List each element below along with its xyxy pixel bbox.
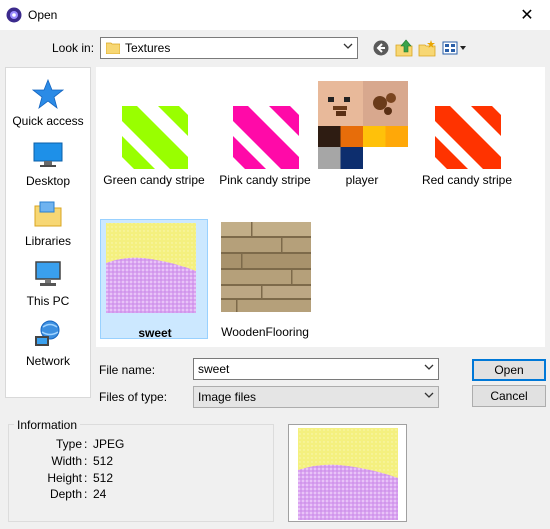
- desktop-icon: [33, 142, 63, 167]
- image-preview: [288, 424, 407, 522]
- file-type-value: Image files: [198, 390, 257, 404]
- sweet-thumbnail: [106, 223, 196, 313]
- file-name-label: sweet: [138, 326, 172, 340]
- green-stripe-thumbnail: [122, 106, 188, 169]
- network-icon: [35, 320, 60, 346]
- place-desktop[interactable]: Desktop: [6, 134, 90, 194]
- computer-icon: [35, 261, 61, 286]
- view-menu-icon[interactable]: [442, 39, 468, 57]
- places-bar: Quick access Desktop Libraries This PC N…: [5, 67, 91, 398]
- cancel-button[interactable]: Cancel: [472, 385, 546, 407]
- look-in-value: Textures: [125, 41, 171, 55]
- place-libraries[interactable]: Libraries: [6, 194, 90, 254]
- place-label: Libraries: [24, 234, 72, 248]
- wooden-flooring-thumbnail: [221, 222, 311, 312]
- place-quick-access[interactable]: Quick access: [6, 74, 90, 134]
- back-icon[interactable]: [372, 39, 390, 57]
- info-value: JPEG: [93, 437, 125, 451]
- file-item-pink-candy-stripe[interactable]: Pink candy stripe: [211, 67, 319, 187]
- place-this-pc[interactable]: This PC: [6, 254, 90, 314]
- file-item-player[interactable]: player: [308, 67, 416, 187]
- info-row-depth: Depth: 24: [14, 487, 274, 503]
- folder-icon: [106, 42, 120, 54]
- file-name-label: Green candy stripe: [103, 173, 205, 187]
- file-name-value: sweet: [198, 362, 230, 376]
- file-name-input[interactable]: sweet: [193, 358, 439, 380]
- place-network[interactable]: Network: [6, 314, 90, 374]
- info-row-height: Height: 512: [14, 471, 274, 487]
- info-key: Height: [47, 471, 82, 485]
- chevron-down-icon: [424, 392, 434, 398]
- app-icon: [6, 7, 22, 23]
- window-title: Open: [28, 8, 58, 22]
- star-icon: [32, 78, 64, 110]
- info-key: Depth: [49, 487, 82, 501]
- info-value: 512: [93, 454, 114, 468]
- info-key: Width: [51, 454, 82, 468]
- place-label: Quick access: [12, 114, 84, 128]
- file-item-woodenflooring[interactable]: WoodenFlooring: [211, 219, 319, 339]
- file-item-green-candy-stripe[interactable]: Green candy stripe: [100, 67, 208, 187]
- file-name-label: Red candy stripe: [421, 173, 513, 187]
- preview-image: [298, 428, 398, 520]
- title-bar: Open ✕: [0, 0, 550, 30]
- information-legend: Information: [14, 418, 81, 432]
- place-label: Desktop: [25, 174, 71, 188]
- close-button[interactable]: ✕: [504, 0, 550, 30]
- up-folder-icon[interactable]: [395, 39, 413, 57]
- info-value: 24: [93, 487, 107, 501]
- close-icon: ✕: [520, 7, 534, 24]
- chevron-down-icon[interactable]: [424, 362, 434, 372]
- file-type-field-label: Files of type:: [99, 390, 168, 404]
- libraries-icon: [34, 201, 62, 227]
- red-stripe-thumbnail: [435, 106, 501, 169]
- file-name-label: WoodenFlooring: [221, 325, 309, 339]
- pink-stripe-thumbnail: [233, 106, 299, 169]
- open-button[interactable]: Open: [472, 359, 546, 381]
- place-label: Network: [25, 354, 70, 368]
- chevron-down-icon: [343, 43, 353, 49]
- file-item-red-candy-stripe[interactable]: Red candy stripe: [413, 67, 521, 187]
- file-name-field-label: File name:: [99, 363, 156, 377]
- look-in-dropdown[interactable]: Textures: [100, 37, 358, 59]
- place-label: This PC: [26, 294, 70, 308]
- file-type-select[interactable]: Image files: [193, 386, 439, 408]
- info-row-width: Width: 512: [14, 454, 274, 470]
- new-folder-icon[interactable]: [418, 39, 436, 57]
- file-item-sweet[interactable]: sweet: [100, 219, 208, 340]
- look-in-label: Look in:: [52, 41, 95, 55]
- file-list: Green candy stripe Pink candy stripe pla…: [96, 67, 545, 347]
- info-value: 512: [93, 471, 114, 485]
- info-key: Type: [55, 437, 82, 451]
- info-row-type: Type: JPEG: [14, 437, 274, 453]
- player-thumbnail: [318, 81, 408, 169]
